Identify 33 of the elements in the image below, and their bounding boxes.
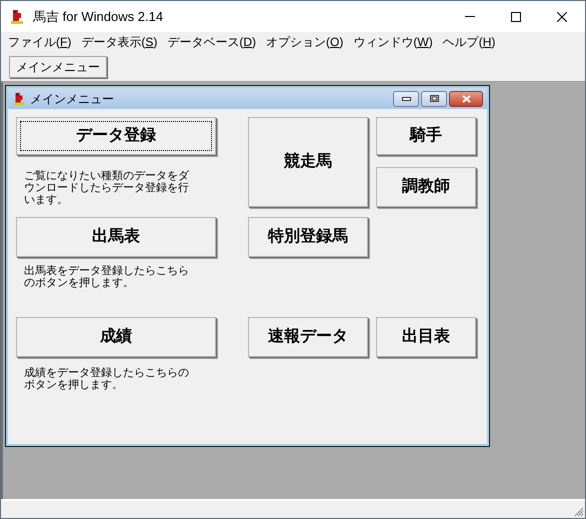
child-window-title: メインメニュー [30, 90, 114, 108]
menu-item[interactable]: ウィンドウ(W) [348, 33, 438, 51]
resize-grip-icon [574, 507, 584, 517]
menu-button[interactable]: 騎手 [376, 117, 476, 155]
description-text: ご覧になりたい種類のデータをダウンロードしたらデータ登録を行います。 [23, 169, 190, 206]
close-icon [462, 94, 470, 102]
close-button[interactable] [449, 90, 483, 106]
main-menu-button[interactable]: メインメニュー [9, 56, 107, 78]
menu-item[interactable]: データ表示(S) [76, 33, 162, 51]
menu-button[interactable]: 出馬表 [16, 217, 216, 257]
menu-button[interactable]: 出目表 [376, 317, 476, 357]
description-text: 出馬表をデータ登録したらこちらのボタンを押します。 [23, 264, 190, 289]
restore-button[interactable] [421, 90, 447, 106]
window-title: 馬吉 for Windows 2.14 [33, 8, 164, 26]
maximize-icon [511, 12, 521, 22]
description-text: 成績をデータ登録したらこちらのボタンを押します。 [23, 366, 190, 391]
menu-button[interactable]: 特別登録馬 [248, 217, 368, 257]
minimize-button[interactable] [393, 90, 419, 106]
menu-item[interactable]: データベース(D) [162, 33, 262, 51]
menu-button[interactable]: データ登録 [16, 117, 216, 155]
app-icon [9, 8, 25, 24]
minimize-icon [402, 96, 410, 100]
minimize-icon [465, 16, 475, 17]
menu-item[interactable]: ヘルプ(H) [438, 33, 500, 51]
restore-icon [430, 95, 438, 102]
menu-button[interactable]: 競走馬 [248, 117, 368, 207]
menu-button[interactable]: 速報データ [248, 317, 368, 357]
close-icon [557, 12, 567, 22]
app-icon [12, 92, 26, 106]
menu-item[interactable]: オプション(O) [261, 33, 348, 51]
menu-button[interactable]: 成績 [16, 317, 216, 357]
menu-button[interactable]: 調教師 [376, 167, 476, 207]
menu-item[interactable]: ファイル(F) [3, 33, 76, 51]
